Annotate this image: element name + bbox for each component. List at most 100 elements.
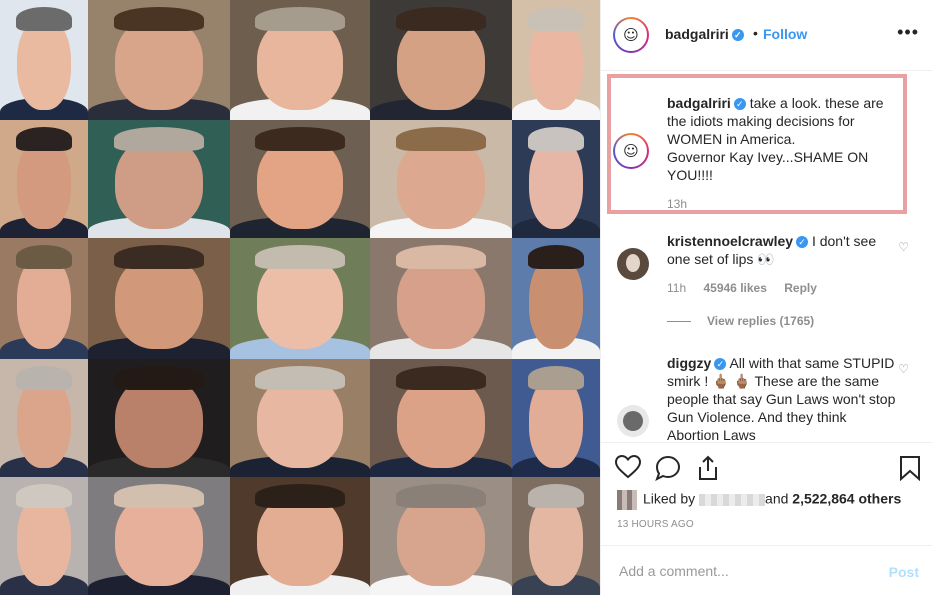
verified-badge-icon: ✓ bbox=[733, 98, 746, 111]
comment: kristennoelcrawley ✓ I don't see one set … bbox=[667, 232, 897, 268]
hair-shape bbox=[113, 127, 205, 151]
hair-shape bbox=[255, 7, 345, 32]
portrait-tile bbox=[230, 359, 370, 477]
liked-by-suffix: and bbox=[765, 490, 789, 507]
avatar-portrait-icon bbox=[626, 254, 640, 272]
hair-shape bbox=[395, 245, 487, 270]
hair-shape bbox=[527, 127, 585, 151]
liked-by-prefix: Liked by bbox=[643, 490, 696, 507]
portrait-tile bbox=[88, 477, 230, 595]
portrait-tile bbox=[0, 477, 88, 595]
verified-badge-icon: ✓ bbox=[714, 358, 727, 371]
hair-shape bbox=[113, 484, 205, 508]
face-shape bbox=[256, 254, 344, 350]
face-shape bbox=[528, 254, 584, 350]
username-text: badgalriri bbox=[665, 26, 729, 42]
comment-clip-area: diggzy ✓ All with that same STUPID smirk … bbox=[601, 350, 932, 442]
view-replies-button[interactable]: View replies (1765) bbox=[667, 314, 814, 328]
liked-by: Liked by and 2,522,864 others bbox=[617, 490, 901, 510]
comment-avatar[interactable] bbox=[617, 405, 649, 437]
view-replies-label: View replies (1765) bbox=[707, 314, 815, 328]
hair-shape bbox=[395, 7, 487, 32]
hair-shape bbox=[15, 245, 73, 270]
post-image[interactable] bbox=[0, 0, 600, 595]
verified-badge-icon: ✓ bbox=[796, 236, 809, 249]
hair-shape bbox=[113, 245, 205, 270]
portrait-tile bbox=[370, 477, 512, 595]
portrait-tile bbox=[0, 359, 88, 477]
comment-likes[interactable]: 45946 likes bbox=[703, 281, 766, 295]
hair-shape bbox=[113, 7, 205, 32]
follow-button[interactable]: Follow bbox=[763, 26, 807, 42]
portrait-tile bbox=[88, 238, 230, 359]
portrait-tile bbox=[230, 238, 370, 359]
likes-count[interactable]: 2,522,864 others bbox=[792, 491, 901, 507]
portrait-tile bbox=[88, 0, 230, 120]
comment-username[interactable]: diggzy bbox=[667, 355, 711, 371]
portrait-tile bbox=[512, 477, 600, 595]
comment-input[interactable] bbox=[617, 562, 871, 580]
comment-username[interactable]: kristennoelcrawley bbox=[667, 233, 793, 249]
portrait-tile bbox=[230, 477, 370, 595]
hair-shape bbox=[113, 366, 205, 390]
caption-username[interactable]: badgalriri bbox=[667, 95, 731, 111]
face-shape bbox=[396, 254, 485, 350]
profile-avatar[interactable]: ☺ bbox=[613, 17, 649, 53]
avatar-portrait-icon bbox=[623, 411, 643, 431]
hair-shape bbox=[527, 484, 585, 508]
verified-badge-icon: ✓ bbox=[731, 29, 744, 42]
hair-shape bbox=[395, 484, 487, 508]
post-comment-button[interactable]: Post bbox=[889, 564, 919, 580]
portrait-tile bbox=[370, 0, 512, 120]
replies-divider-line bbox=[667, 321, 691, 323]
portrait-tile bbox=[512, 238, 600, 359]
portrait-tile bbox=[0, 0, 88, 120]
caption-avatar[interactable]: ☺ bbox=[613, 133, 649, 169]
comment-like-heart-icon[interactable]: ♡ bbox=[898, 362, 909, 376]
save-bookmark-icon[interactable] bbox=[899, 455, 921, 481]
hair-shape bbox=[255, 245, 345, 270]
portrait-tile bbox=[88, 359, 230, 477]
hair-shape bbox=[527, 7, 585, 32]
like-heart-icon[interactable] bbox=[615, 455, 641, 479]
hair-shape bbox=[15, 7, 73, 32]
liker-name-blurred[interactable] bbox=[699, 494, 766, 506]
share-icon[interactable] bbox=[695, 455, 721, 481]
face-shape bbox=[114, 254, 203, 350]
avatar-face-icon: ☺ bbox=[615, 19, 647, 51]
hair-shape bbox=[255, 127, 345, 151]
hair-shape bbox=[15, 366, 73, 390]
post-time[interactable]: 13 HOURS AGO bbox=[617, 519, 694, 530]
comment: diggzy ✓ All with that same STUPID smirk … bbox=[667, 354, 897, 442]
hair-shape bbox=[395, 366, 487, 390]
hair-shape bbox=[15, 484, 73, 508]
portrait-tile bbox=[512, 120, 600, 238]
portrait-tile bbox=[230, 120, 370, 238]
portrait-tile bbox=[370, 238, 512, 359]
portrait-tile bbox=[0, 120, 88, 238]
caption-time[interactable]: 13h bbox=[667, 197, 687, 211]
hair-shape bbox=[255, 366, 345, 390]
hair-shape bbox=[527, 366, 585, 390]
reply-button[interactable]: Reply bbox=[784, 281, 817, 295]
caption-text-line2: Governor Kay Ivey...SHAME ON YOU!!!! bbox=[667, 149, 869, 183]
portrait-tile bbox=[230, 0, 370, 120]
face-shape bbox=[16, 254, 72, 350]
comment-bubble-icon[interactable] bbox=[655, 455, 681, 481]
liker-avatar[interactable] bbox=[617, 490, 637, 510]
add-comment-bar: Post bbox=[601, 545, 932, 596]
more-options-icon[interactable]: ••• bbox=[897, 22, 919, 43]
hair-shape bbox=[15, 127, 73, 151]
portrait-tile bbox=[512, 0, 600, 120]
comment-like-heart-icon[interactable]: ♡ bbox=[898, 240, 909, 254]
post-side-panel: ☺ badgalriri ✓ • Follow ••• ☺ badgalriri ✓… bbox=[600, 0, 932, 595]
portrait-tile bbox=[370, 120, 512, 238]
hair-shape bbox=[527, 245, 585, 270]
comment-avatar[interactable] bbox=[617, 248, 649, 280]
caption: badgalriri ✓ take a look. these are the i… bbox=[667, 94, 899, 184]
separator-dot: • bbox=[753, 25, 758, 41]
hair-shape bbox=[255, 484, 345, 508]
post-username[interactable]: badgalriri ✓ bbox=[665, 26, 744, 42]
post-header: ☺ badgalriri ✓ • Follow ••• bbox=[601, 0, 932, 71]
comment-time[interactable]: 11h bbox=[667, 281, 686, 295]
